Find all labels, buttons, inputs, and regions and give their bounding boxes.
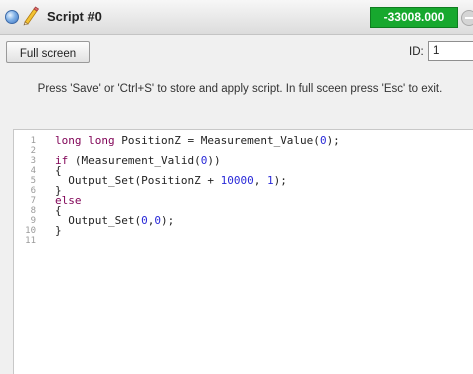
id-input[interactable] — [428, 41, 473, 61]
line-number: 11 — [25, 236, 36, 246]
code-area[interactable]: long long PositionZ = Measurement_Value(… — [55, 135, 340, 246]
code-line[interactable]: } — [55, 225, 340, 236]
code-line[interactable] — [55, 236, 340, 246]
line-number: 8 — [30, 206, 36, 216]
code-line[interactable]: else — [55, 195, 340, 206]
minimize-icon[interactable] — [461, 10, 473, 26]
hint-text: Press 'Save' or 'Ctrl+S' to store and ap… — [37, 83, 443, 95]
line-number: 6 — [30, 186, 36, 196]
line-number: 3 — [30, 156, 36, 166]
line-number: 2 — [30, 146, 36, 156]
line-number: 10 — [25, 226, 36, 236]
code-line[interactable]: Output_Set(0,0); — [55, 215, 340, 226]
line-number: 7 — [30, 196, 36, 206]
line-number-gutter: 1 2 3 4 5 6 7 8 9 10 11 — [14, 136, 39, 246]
id-label: ID: — [409, 46, 424, 58]
code-line[interactable]: if (Measurement_Valid(0)) — [55, 155, 340, 166]
code-line[interactable]: } — [55, 185, 340, 196]
line-number: 1 — [30, 136, 36, 146]
pencil-icon — [23, 6, 40, 26]
value-badge: -33008.000 — [370, 7, 458, 28]
status-dot-icon — [5, 10, 19, 24]
code-line[interactable]: Output_Set(PositionZ + 10000, 1); — [55, 175, 340, 186]
line-number: 9 — [30, 216, 36, 226]
line-number: 5 — [30, 176, 36, 186]
code-line[interactable]: long long PositionZ = Measurement_Value(… — [55, 135, 340, 146]
toolbar: Full screen ID: — [0, 36, 473, 70]
window-titlebar: Script #0 -33008.000 — [0, 0, 473, 35]
window-title: Script #0 — [47, 9, 102, 24]
code-editor[interactable]: 1 2 3 4 5 6 7 8 9 10 11 long long PositionZ = Meas… — [13, 129, 473, 374]
full-screen-button[interactable]: Full screen — [6, 41, 90, 63]
line-number: 4 — [30, 166, 36, 176]
